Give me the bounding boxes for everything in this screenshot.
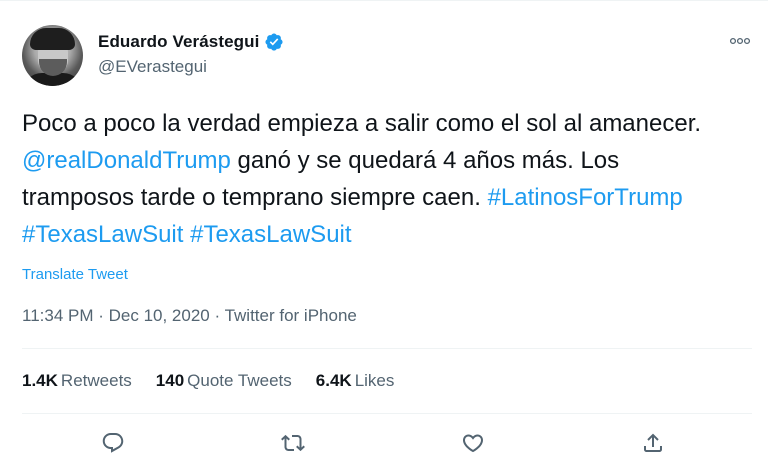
meta-separator: ·	[209, 306, 225, 325]
meta-separator: ·	[93, 306, 109, 325]
tweet-actions	[0, 426, 768, 460]
quote-tweets-label: Quote Tweets	[187, 371, 292, 390]
tweet-date[interactable]: Dec 10, 2020	[109, 306, 210, 325]
quote-tweets-count: 140	[155, 371, 185, 390]
author-names: Eduardo Verástegui @EVerastegui	[98, 31, 284, 77]
like-button[interactable]	[456, 426, 490, 460]
translate-tweet-link[interactable]: Translate Tweet	[22, 266, 128, 283]
more-options-icon[interactable]	[728, 33, 752, 49]
tweet-stats: 1.4K Retweets 140 Quote Tweets 6.4K Likes	[22, 371, 418, 391]
tweet-time[interactable]: 11:34 PM	[22, 306, 94, 325]
likes-label: Likes	[354, 371, 395, 390]
retweet-icon	[281, 434, 305, 452]
retweets-count: 1.4K	[22, 371, 58, 390]
tweet-source[interactable]: Twitter for iPhone	[225, 306, 357, 325]
divider	[22, 413, 752, 414]
likes-stat[interactable]: 6.4K Likes	[316, 371, 395, 391]
display-name-row: Eduardo Verástegui	[98, 31, 284, 53]
share-icon	[644, 433, 662, 452]
tweet-header: Eduardo Verástegui @EVerastegui	[22, 25, 752, 87]
reply-button[interactable]	[96, 426, 130, 460]
retweets-label: Retweets	[60, 371, 132, 390]
tweet-text: Poco a poco la verdad empieza a salir co…	[22, 105, 722, 253]
tweet-card: Eduardo Verástegui @EVerastegui Poco a p…	[0, 0, 768, 469]
reply-icon	[102, 433, 124, 453]
divider	[22, 348, 752, 349]
like-icon	[462, 434, 484, 453]
verified-badge-icon	[264, 32, 284, 52]
likes-count: 6.4K	[315, 371, 352, 390]
hashtag-link[interactable]: #TexasLawSuit	[22, 221, 183, 248]
hashtag-link[interactable]: #LatinosForTrump	[488, 184, 683, 211]
share-button[interactable]	[636, 426, 670, 460]
mention-link[interactable]: @realDonaldTrump	[22, 147, 231, 174]
hashtag-link[interactable]: #TexasLawSuit	[190, 221, 351, 248]
quote-tweets-stat[interactable]: 140 Quote Tweets	[156, 371, 292, 391]
tweet-text-segment: Poco a poco la verdad empieza a salir co…	[22, 110, 702, 137]
author-display-name[interactable]: Eduardo Verástegui	[98, 32, 259, 52]
tweet-meta: 11:34 PM · Dec 10, 2020 · Twitter for iP…	[22, 306, 357, 326]
retweets-stat[interactable]: 1.4K Retweets	[22, 371, 132, 391]
avatar-hair	[30, 28, 75, 50]
author-handle[interactable]: @EVerastegui	[98, 57, 284, 77]
retweet-button[interactable]	[276, 426, 310, 460]
avatar[interactable]	[22, 25, 83, 86]
